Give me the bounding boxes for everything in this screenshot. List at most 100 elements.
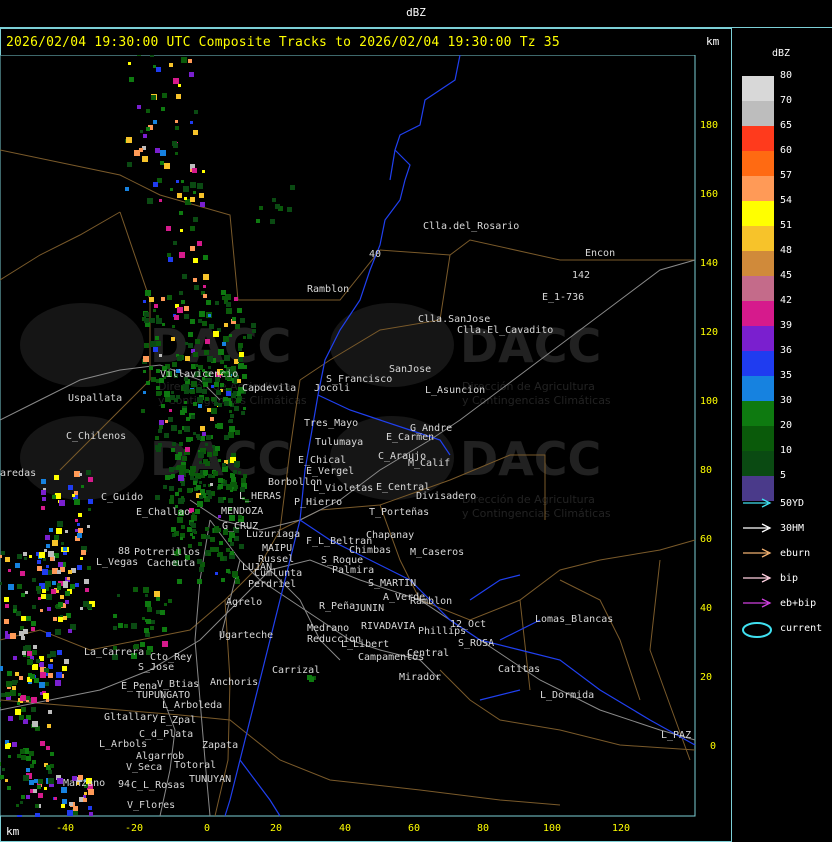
echo-pixel (57, 586, 61, 590)
echo-pixel (165, 420, 168, 423)
place-label: E_Zpal (160, 715, 196, 726)
echo-pixel (241, 478, 246, 483)
echo-pixel (275, 204, 280, 209)
echo-pixel (205, 339, 210, 344)
echo-pixel (159, 425, 163, 429)
echo-pixel (193, 191, 196, 194)
echo-pixel (187, 488, 192, 493)
place-label: Agrelo (226, 597, 262, 608)
echo-pixel (61, 804, 65, 808)
echo-pixel (220, 383, 224, 387)
echo-pixel (42, 497, 46, 501)
echo-pixel (218, 484, 223, 489)
echo-pixel (203, 285, 206, 288)
echo-pixel (160, 610, 165, 615)
x-tick: 80 (477, 823, 490, 834)
echo-pixel (27, 659, 33, 665)
echo-pixel (150, 341, 156, 347)
echo-pixel (202, 432, 206, 436)
echo-pixel (173, 467, 176, 470)
echo-pixel (218, 459, 221, 462)
echo-pixel (287, 207, 292, 212)
place-label: Clla.El_Cavadito (457, 325, 553, 336)
echo-pixel (270, 219, 275, 224)
echo-pixel (210, 537, 215, 542)
echo-pixel (113, 614, 117, 618)
echo-pixel (208, 553, 211, 556)
echo-pixel (32, 578, 36, 582)
echo-pixel (211, 408, 217, 414)
track-legend-label: current (780, 623, 823, 634)
echo-pixel (131, 623, 137, 629)
echo-pixel (272, 198, 276, 202)
echo-pixel (0, 762, 1, 766)
echo-pixel (25, 591, 28, 594)
place-label: Villavicencio (160, 369, 238, 380)
echo-pixel (170, 188, 173, 191)
echo-pixel (226, 548, 230, 552)
radar-map[interactable]: DACC DACC DACC DACC Dirección de Agricul… (0, 55, 696, 817)
echo-pixel (21, 707, 26, 712)
echo-pixel (124, 624, 128, 628)
echo-pixel (162, 93, 167, 98)
place-label: 40 (369, 249, 381, 260)
echo-pixel (146, 127, 150, 131)
echo-pixel (54, 475, 59, 480)
legend-level-label: 57 (780, 170, 793, 181)
y-tick: 40 (700, 603, 713, 614)
echo-pixel (19, 676, 23, 680)
echo-pixel (159, 420, 164, 425)
echo-pixel (205, 443, 208, 446)
echo-pixel (79, 473, 82, 476)
echo-pixel (197, 501, 203, 507)
x-tick: 60 (408, 823, 421, 834)
echo-pixel (88, 789, 94, 795)
x-tick: 0 (204, 823, 211, 834)
echo-pixel (198, 319, 202, 323)
echo-pixel (88, 508, 91, 511)
echo-pixel (7, 743, 11, 747)
echo-pixel (149, 297, 154, 302)
echo-pixel (56, 528, 62, 534)
echo-pixel (309, 677, 314, 682)
watermark-line1: Dirección de Agricultura (462, 493, 595, 506)
echo-pixel (237, 308, 242, 313)
echo-pixel (75, 529, 78, 532)
echo-pixel (193, 217, 198, 222)
echo-pixel (230, 551, 234, 555)
echo-pixel (163, 485, 167, 489)
echo-pixel (243, 407, 246, 410)
place-label: E_Challao (136, 507, 190, 518)
echo-pixel (57, 570, 61, 574)
echo-pixel (193, 432, 196, 435)
echo-pixel (144, 343, 149, 348)
echo-pixel (184, 314, 189, 319)
echo-pixel (45, 535, 50, 540)
echo-pixel (5, 604, 9, 608)
echo-pixel (1, 693, 5, 697)
echo-pixel (13, 656, 17, 660)
echo-pixel (32, 760, 36, 764)
echo-pixel (232, 317, 236, 321)
echo-pixel (41, 490, 46, 495)
echo-pixel (182, 274, 187, 279)
echo-pixel (200, 202, 205, 207)
legend-swatch (742, 176, 774, 201)
echo-pixel (70, 584, 75, 589)
echo-pixel (234, 406, 239, 411)
echo-pixel (143, 300, 146, 303)
echo-pixel (45, 682, 49, 686)
echo-pixel (20, 571, 25, 576)
echo-pixel (221, 290, 226, 295)
echo-pixel (144, 628, 149, 633)
echo-pixel (203, 382, 208, 387)
echo-pixel (40, 672, 46, 678)
echo-pixel (189, 437, 193, 441)
echo-pixel (179, 470, 184, 475)
echo-pixel (133, 587, 138, 592)
echo-pixel (39, 682, 45, 688)
echo-pixel (4, 597, 9, 602)
y-tick: 120 (700, 327, 719, 338)
echo-pixel (224, 323, 228, 327)
legend-swatch (742, 201, 774, 226)
